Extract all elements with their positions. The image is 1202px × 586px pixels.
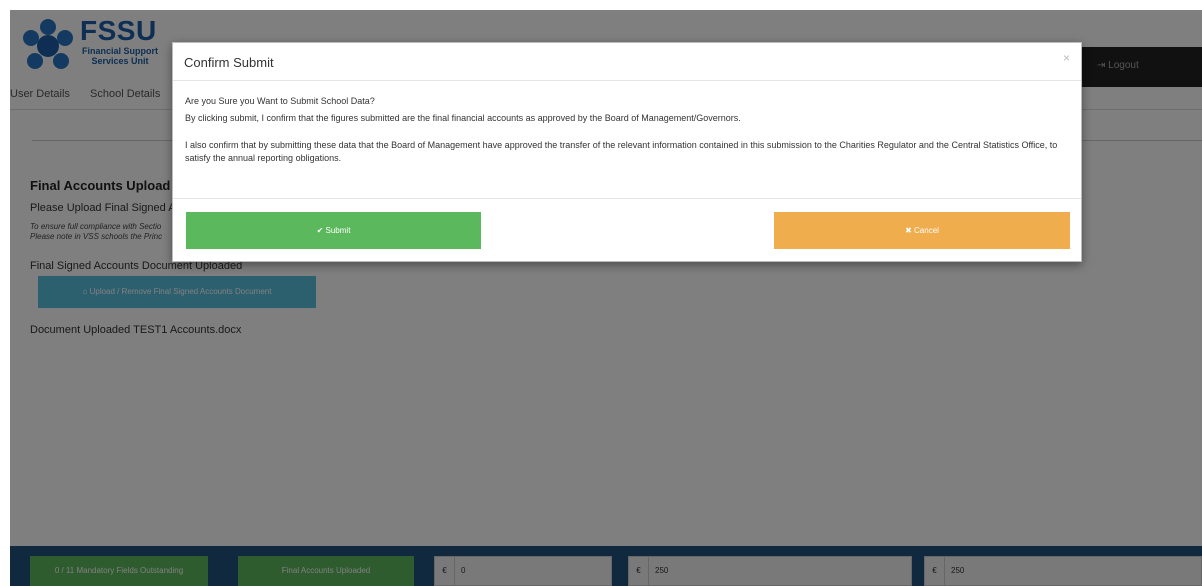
cancel-label: Cancel <box>914 226 939 235</box>
close-icon[interactable]: × <box>1063 51 1070 65</box>
submit-label: Submit <box>325 226 351 235</box>
confirm-submit-dialog: Confirm Submit × Are you Sure you Want t… <box>172 42 1082 262</box>
check-icon: ✔ <box>316 226 324 235</box>
modal-body: Are you Sure you Want to Submit School D… <box>185 95 1065 169</box>
modal-header: Confirm Submit × <box>173 43 1081 81</box>
x-icon: ✖ <box>905 226 912 235</box>
confirm-question: Are you Sure you Want to Submit School D… <box>185 96 375 106</box>
modal-footer-divider <box>173 198 1081 199</box>
app-frame: FSSU Financial Support Services Unit ⇥ L… <box>10 10 1202 586</box>
transfer-statement: I also confirm that by submitting these … <box>185 140 1058 163</box>
submit-button[interactable]: ✔ Submit <box>186 212 481 249</box>
cancel-button[interactable]: ✖ Cancel <box>774 212 1070 249</box>
modal-title: Confirm Submit <box>184 55 274 70</box>
confirm-statement: By clicking submit, I confirm that the f… <box>185 113 741 123</box>
